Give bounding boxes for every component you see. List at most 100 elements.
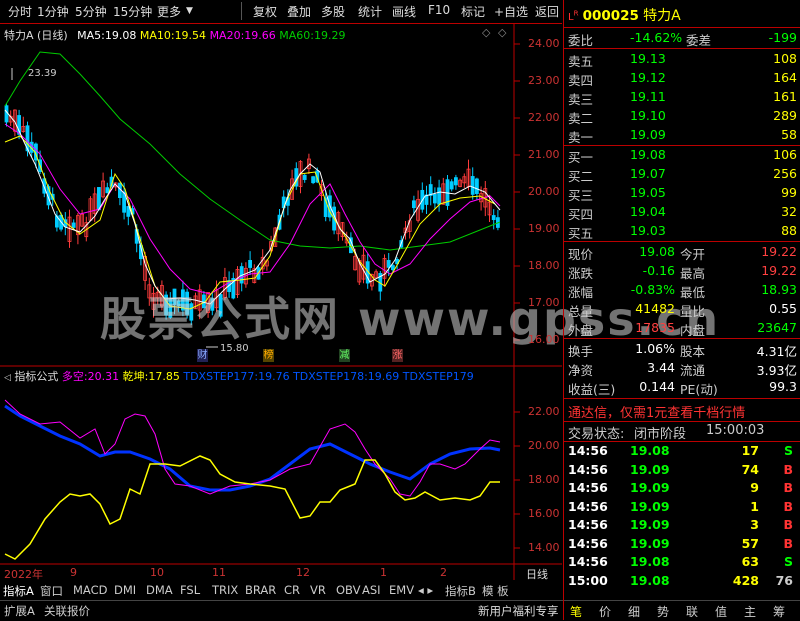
draw-line-button[interactable]: 画线 bbox=[392, 3, 416, 20]
tick-row: 14:56 19.09 1 B bbox=[564, 499, 800, 517]
tick-price: 19.09 bbox=[630, 535, 670, 551]
book-row[interactable]: 卖四 19.12 164 bbox=[564, 70, 800, 88]
indicator-toggle-icon[interactable]: ◁ bbox=[4, 373, 11, 383]
more-periods-button[interactable]: 更多 bbox=[157, 3, 181, 20]
overlay-button[interactable]: 叠加 bbox=[287, 3, 311, 20]
book-level-label: 卖四 bbox=[568, 73, 594, 88]
y-tick-label: 17.00 bbox=[528, 296, 560, 309]
event-marker-finance[interactable]: 财 bbox=[197, 349, 208, 362]
indicator-tab[interactable]: TRIX bbox=[212, 583, 238, 597]
period-intraday-button[interactable]: 分时 bbox=[8, 3, 32, 20]
indicator-tab-bar: 指标A 窗口 MACD DMI DMA FSL TRIX BRAR CR VR OBV ASI EMV 指… bbox=[0, 582, 562, 599]
book-volume: 106 bbox=[773, 147, 797, 162]
tick-price: 19.09 bbox=[630, 498, 670, 514]
stat-value: 23647 bbox=[757, 320, 797, 335]
step177-value: 19.76 bbox=[258, 370, 290, 383]
duokong-value: 20.31 bbox=[87, 370, 120, 383]
y-tick-label: 16.00 bbox=[528, 333, 560, 346]
book-row[interactable]: 卖二 19.10 289 bbox=[564, 108, 800, 126]
candle-body bbox=[453, 177, 458, 186]
indicator-tab[interactable]: MACD bbox=[73, 583, 107, 597]
event-marker-board[interactable]: 榜 bbox=[263, 349, 274, 362]
trade-time: 15:00:03 bbox=[706, 423, 765, 438]
book-row[interactable]: 买四 19.04 32 bbox=[564, 204, 800, 222]
book-level-label: 买四 bbox=[568, 207, 594, 222]
add-watchlist-button[interactable]: +自选 bbox=[494, 3, 528, 20]
book-volume: 108 bbox=[773, 51, 797, 66]
indicator-tab[interactable]: EMV bbox=[389, 583, 414, 597]
indicator-tab[interactable]: 指标A bbox=[3, 583, 34, 599]
period-label[interactable]: 日线 bbox=[526, 566, 548, 582]
related-quote-tab[interactable]: 关联报价 bbox=[44, 603, 90, 619]
notice-row[interactable]: 通达信，仅需1元查看千档行情 bbox=[564, 402, 800, 421]
candle-body bbox=[248, 259, 253, 268]
indicator-tab[interactable]: 窗口 bbox=[40, 583, 63, 599]
indicator-tab-right[interactable]: 模 板 bbox=[482, 583, 509, 599]
tick-time: 14:56 bbox=[568, 554, 608, 569]
mark-button[interactable]: 标记 bbox=[461, 3, 485, 20]
high-label: 23.39 bbox=[28, 68, 57, 79]
x-label-10: 10 bbox=[150, 566, 164, 579]
adjust-button[interactable]: 复权 bbox=[253, 3, 277, 20]
book-row[interactable]: 买一 19.08 106 bbox=[564, 147, 800, 165]
tick-side: B bbox=[783, 480, 793, 495]
tick-time: 14:56 bbox=[568, 443, 608, 458]
indicator-tab[interactable]: BRAR bbox=[245, 583, 276, 597]
stat-label: 涨跌 bbox=[568, 266, 594, 281]
book-volume: 164 bbox=[773, 70, 797, 85]
book-row[interactable]: 卖三 19.11 161 bbox=[564, 89, 800, 107]
candle-body bbox=[491, 215, 496, 221]
candle-body bbox=[97, 187, 101, 211]
event-marker-rise[interactable]: 涨 bbox=[392, 349, 403, 362]
book-level-label: 卖一 bbox=[568, 130, 594, 145]
tick-price: 19.09 bbox=[630, 480, 670, 495]
tick-price: 19.09 bbox=[630, 461, 670, 477]
indicator-tab[interactable]: CR bbox=[284, 583, 300, 597]
indicator-name[interactable]: 指标公式 bbox=[14, 370, 58, 383]
indicator-tab[interactable]: ASI bbox=[362, 583, 381, 597]
candle-body bbox=[449, 181, 454, 190]
tick-time: 14:56 bbox=[568, 517, 608, 532]
notice-text[interactable]: 通达信，仅需1元查看千档行情 bbox=[568, 402, 745, 421]
promo-link[interactable]: 新用户福利专享 bbox=[478, 603, 559, 619]
stat-row: 涨跌 -0.16 最高 19.22 bbox=[564, 263, 800, 281]
f10-button[interactable]: F10 bbox=[428, 3, 450, 17]
step177-label: TDXSTEP177: bbox=[183, 370, 259, 383]
expand-a-tab[interactable]: 扩展A bbox=[4, 603, 35, 619]
book-row[interactable]: 卖一 19.09 58 bbox=[564, 127, 800, 145]
event-marker-reduce[interactable]: 减 bbox=[339, 349, 350, 362]
book-row[interactable]: 买五 19.03 88 bbox=[564, 223, 800, 241]
indicator-tab-right[interactable]: 指标B bbox=[445, 583, 476, 599]
quote-panel: LR 000025 特力A 委比 -14.62% 委差 -199 卖五 19.13… bbox=[563, 0, 800, 620]
book-volume: 161 bbox=[773, 89, 797, 104]
indicator-tab[interactable]: VR bbox=[310, 583, 326, 597]
indicator-tab[interactable]: DMI bbox=[114, 583, 136, 597]
indicator-tab[interactable]: FSL bbox=[180, 583, 200, 597]
indicator-tab[interactable]: OBV bbox=[336, 583, 360, 597]
tick-row: 14:56 19.09 9 B bbox=[564, 480, 800, 498]
statistics-button[interactable]: 统计 bbox=[358, 3, 382, 20]
book-row[interactable]: 买二 19.07 256 bbox=[564, 166, 800, 184]
back-button[interactable]: 返回 bbox=[535, 3, 559, 20]
y-tick-label: 20.00 bbox=[528, 439, 560, 452]
stat-row: 换手 1.06% 股本 4.31亿 bbox=[564, 341, 800, 359]
more-dropdown-icon[interactable]: ▼ bbox=[186, 6, 193, 16]
stat-value: 1.06% bbox=[635, 341, 675, 356]
tab-scroll-icon[interactable]: ◂ ▸ bbox=[418, 583, 433, 597]
period-15min-button[interactable]: 15分钟 bbox=[113, 3, 152, 20]
tick-volume: 9 bbox=[750, 480, 759, 495]
indicator-tab[interactable]: DMA bbox=[146, 583, 173, 597]
book-level-label: 卖三 bbox=[568, 92, 594, 107]
multi-stock-button[interactable]: 多股 bbox=[321, 3, 345, 20]
x-label-12: 12 bbox=[296, 566, 310, 579]
period-5min-button[interactable]: 5分钟 bbox=[75, 3, 107, 20]
period-1min-button[interactable]: 1分钟 bbox=[37, 3, 69, 20]
book-volume: 289 bbox=[773, 108, 797, 123]
candle-body bbox=[474, 178, 479, 194]
indicator-header: ◁ 指标公式 多空:20.31 乾坤:17.85 TDXSTEP177:19.7… bbox=[4, 368, 474, 384]
tick-side: B bbox=[783, 517, 793, 532]
tick-time: 14:56 bbox=[568, 535, 608, 551]
book-row[interactable]: 买三 19.05 99 bbox=[564, 185, 800, 203]
book-row[interactable]: 卖五 19.13 108 bbox=[564, 51, 800, 69]
x-label-11: 11 bbox=[212, 566, 226, 579]
